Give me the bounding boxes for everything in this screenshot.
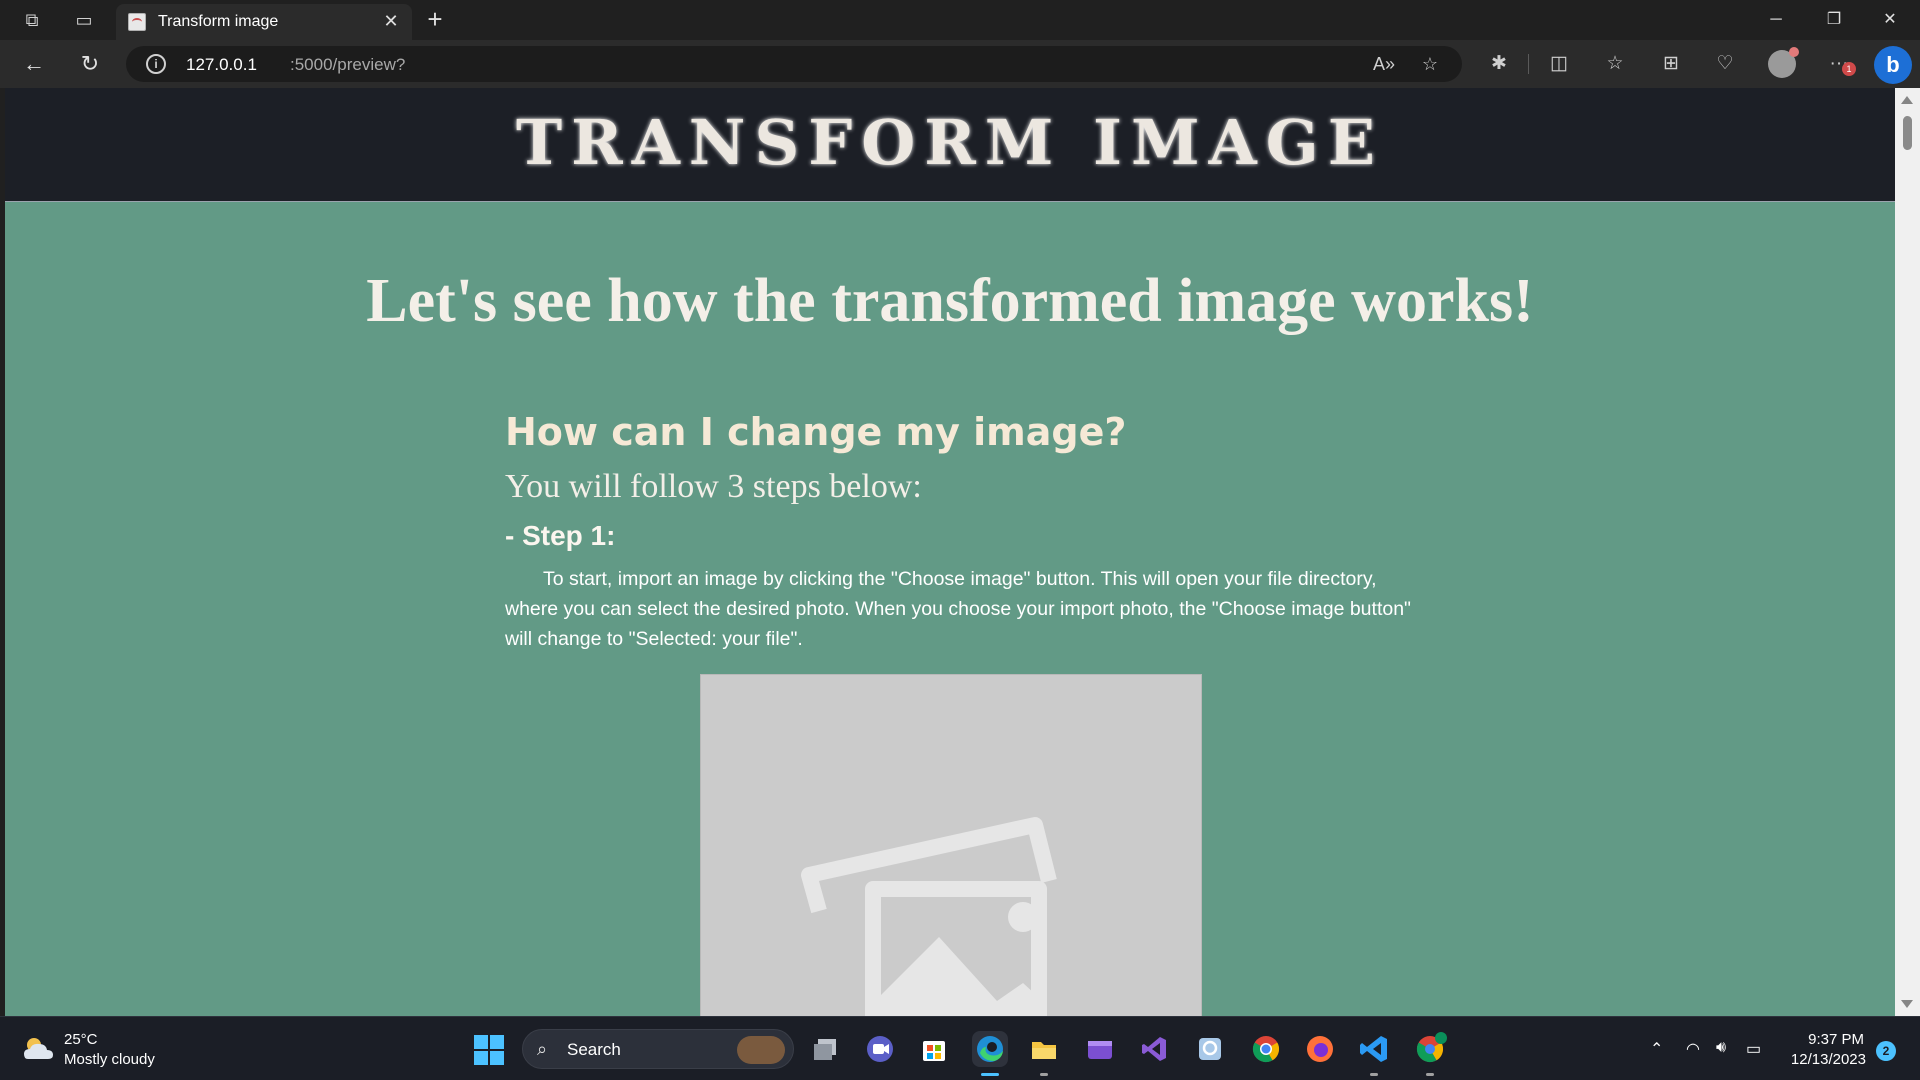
scrollbar-thumb[interactable]: [1903, 116, 1912, 150]
vscode-running-indicator: [1370, 1073, 1378, 1076]
battery-icon[interactable]: ▭: [1746, 1039, 1761, 1059]
visual-studio-icon[interactable]: [1136, 1031, 1172, 1067]
address-bar[interactable]: i 127.0.0.1 :5000/preview? A» ☆: [126, 46, 1462, 82]
windows-start-icon[interactable]: [474, 1035, 504, 1065]
instructions-title: How can I change my image?: [505, 410, 1127, 454]
microsoft-store-icon[interactable]: [916, 1031, 952, 1067]
puzzle-icon[interactable]: ✱: [1484, 50, 1514, 78]
firefox-icon[interactable]: [1302, 1031, 1338, 1067]
edge-browser-icon[interactable]: [972, 1031, 1008, 1067]
notification-count-badge[interactable]: 2: [1876, 1041, 1896, 1061]
toolbar-divider: [1528, 54, 1529, 74]
cloudy-weather-icon: [24, 1038, 53, 1059]
page-scrollbar[interactable]: [1895, 88, 1920, 1016]
file-explorer-icon[interactable]: [1026, 1031, 1062, 1067]
tab-actions-icon[interactable]: ▭: [68, 6, 100, 34]
clipchamp-icon[interactable]: [1082, 1031, 1118, 1067]
close-tab-icon[interactable]: ✕: [378, 8, 404, 34]
settings-notification-badge: 1: [1842, 62, 1856, 76]
wifi-icon[interactable]: ◠: [1686, 1039, 1700, 1059]
new-tab-button[interactable]: +: [420, 5, 450, 35]
chrome-icon[interactable]: [1248, 1031, 1284, 1067]
teams-chat-icon[interactable]: [862, 1031, 898, 1067]
read-aloud-icon[interactable]: A»: [1372, 53, 1396, 75]
collections-icon[interactable]: ⊞: [1656, 50, 1686, 78]
split-screen-icon[interactable]: ◫: [1544, 50, 1574, 78]
refresh-icon[interactable]: ↻: [72, 48, 108, 80]
clock-time[interactable]: 9:37 PM: [1800, 1031, 1864, 1048]
chrome-profile-running-indicator: [1426, 1073, 1434, 1076]
back-arrow-icon[interactable]: ←: [16, 48, 52, 80]
search-label: Search: [567, 1040, 621, 1059]
file-explorer-running-indicator: [1040, 1073, 1048, 1076]
site-brand: TRANSFORM IMAGE: [516, 106, 1384, 179]
info-icon[interactable]: i: [146, 54, 166, 74]
workspaces-icon[interactable]: ⧉: [16, 6, 48, 34]
favorites-icon[interactable]: ☆: [1600, 50, 1630, 78]
minimize-icon[interactable]: ─: [1748, 0, 1804, 40]
clock-date[interactable]: 12/13/2023: [1786, 1051, 1866, 1068]
taskbar: 25°C Mostly cloudy ⌕ Search ⌃ ◠ 🔊︎ ▭ 9:3…: [0, 1016, 1920, 1080]
show-hidden-icons-icon[interactable]: ⌃: [1650, 1039, 1663, 1059]
url-host: 127.0.0.1: [186, 55, 257, 74]
site-header: TRANSFORM IMAGE: [5, 88, 1895, 202]
heartbeat-icon[interactable]: ♡: [1710, 50, 1740, 78]
volume-icon[interactable]: 🔊︎: [1716, 1039, 1726, 1057]
star-icon[interactable]: ☆: [1418, 53, 1442, 75]
steps-intro: You will follow 3 steps below:: [505, 468, 922, 505]
scroll-down-icon[interactable]: [1901, 1000, 1913, 1008]
tab-transform-image[interactable]: Transform image ✕: [116, 4, 412, 40]
browser-toolbar: ← ↻ i 127.0.0.1 :5000/preview? A» ☆ ✱ ◫ …: [0, 40, 1920, 88]
page-hero-title: Let's see how the transformed image work…: [366, 267, 1534, 335]
scroll-up-icon[interactable]: [1901, 96, 1913, 104]
remote-app-icon[interactable]: [1192, 1031, 1228, 1067]
search-highlight-art: [737, 1036, 785, 1064]
tab-title: Transform image: [158, 13, 279, 30]
task-view-icon[interactable]: [808, 1031, 844, 1067]
profile-avatar[interactable]: [1768, 47, 1799, 78]
page-viewport: TRANSFORM IMAGE Let's see how the transf…: [5, 88, 1895, 1016]
image-placeholder-icon: [801, 817, 1057, 1016]
vscode-icon[interactable]: [1356, 1031, 1392, 1067]
weather-description[interactable]: Mostly cloudy: [64, 1051, 155, 1068]
chrome-profile-icon[interactable]: [1412, 1031, 1448, 1067]
search-icon: ⌕: [537, 1039, 548, 1059]
image-placeholder: [700, 674, 1202, 1016]
step1-text: To start, import an image by clicking th…: [505, 568, 1411, 650]
edge-active-indicator: [981, 1073, 999, 1076]
url-path: :5000/preview?: [290, 55, 406, 74]
weather-temperature[interactable]: 25°C: [64, 1031, 98, 1048]
tab-favicon-icon: [128, 13, 146, 31]
tab-bar: ⧉ ▭ Transform image ✕ + ─ ❐ ✕: [0, 0, 1920, 40]
bing-icon[interactable]: b: [1874, 46, 1912, 84]
close-window-icon[interactable]: ✕: [1862, 0, 1918, 40]
restore-icon[interactable]: ❐: [1806, 0, 1862, 40]
taskbar-search[interactable]: ⌕ Search: [522, 1029, 794, 1069]
step1-title: - Step 1:: [505, 520, 616, 551]
